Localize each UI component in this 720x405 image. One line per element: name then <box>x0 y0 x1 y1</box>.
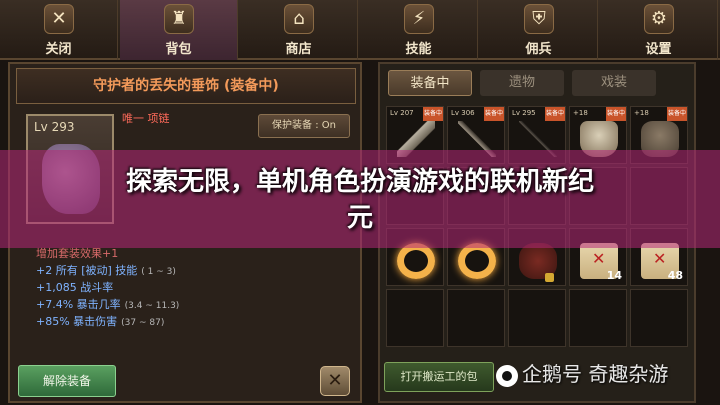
mercenary-icon: ⛨ <box>524 4 554 34</box>
slot-quantity: 14 <box>606 269 622 282</box>
banner-title-line-1: 探索无限，单机角色扮演游戏的联机新纪 <box>125 167 594 197</box>
stat-row: +85% 暴击伤害 (37 ~ 87) <box>36 314 179 331</box>
stat-range: (37 ~ 87) <box>121 318 165 328</box>
slot-level: +18 <box>634 109 649 117</box>
overlay-banner: 探索无限，单机角色扮演游戏的联机新纪 元 <box>0 150 720 248</box>
close-icon: ✕ <box>44 4 74 34</box>
banner-title: 探索无限，单机角色扮演游戏的联机新纪 元 <box>0 164 720 236</box>
inventory-tab-2[interactable]: 戏装 <box>572 70 656 96</box>
inventory-slot[interactable] <box>630 289 688 347</box>
set-bonus-section: 增加套装效果+1 +2 所有 [被动] 技能( 1 ~ 3) +1,085 战斗率… <box>36 245 179 331</box>
nav-tab-label: 设置 <box>645 42 672 57</box>
stat-range: ( 1 ~ 3) <box>141 267 176 277</box>
inventory-tab-0[interactable]: 装备中 <box>388 70 472 96</box>
equipped-badge: 装备中 <box>667 107 687 121</box>
stat-row: +1,085 战斗率 <box>36 280 179 297</box>
backpack-icon: ♜ <box>164 4 194 34</box>
inventory-slot[interactable] <box>386 289 444 347</box>
item-level: Lv 293 <box>34 120 75 134</box>
stat-text: +7.4% 暴击几率 <box>36 298 121 311</box>
inventory-slot[interactable] <box>447 289 505 347</box>
skill-icon: ⚡ <box>404 4 434 34</box>
unequip-button[interactable]: 解除装备 <box>18 365 116 397</box>
nav-tab-2[interactable]: ⌂ 商店 <box>240 0 358 60</box>
inventory-tab-1[interactable]: 遗物 <box>480 70 564 96</box>
nav-tab-1[interactable]: ♜ 背包 <box>120 0 238 60</box>
nav-tab-label: 背包 <box>165 42 192 57</box>
penguin-logo-icon <box>496 364 518 387</box>
nav-tab-0[interactable]: ✕ 关闭 <box>0 0 118 60</box>
nav-tab-label: 佣兵 <box>525 42 552 57</box>
slot-level: Lv 207 <box>390 109 414 117</box>
stat-row: +7.4% 暴击几率 (3.4 ~ 11.3) <box>36 297 179 314</box>
item-title: 守护者的丢失的垂饰 (装备中) <box>16 68 356 104</box>
slot-level: Lv 306 <box>451 109 475 117</box>
banner-title-line-2: 元 <box>346 203 373 233</box>
nav-tab-label: 商店 <box>285 42 312 57</box>
ring-icon <box>397 243 435 279</box>
equipped-badge: 装备中 <box>545 107 565 121</box>
nav-tab-4[interactable]: ⛨ 佣兵 <box>480 0 598 60</box>
nav-tab-label: 关闭 <box>45 42 72 57</box>
nav-tab-label: 技能 <box>405 42 432 57</box>
slot-quantity: 48 <box>667 269 683 282</box>
nav-tab-3[interactable]: ⚡ 技能 <box>360 0 478 60</box>
protect-equipment-toggle[interactable]: 保护装备 : On <box>258 114 350 138</box>
equipped-badge: 装备中 <box>423 107 443 121</box>
equipped-badge: 装备中 <box>606 107 626 121</box>
stat-text: +85% 暴击伤害 <box>36 315 118 328</box>
lock-icon <box>545 273 554 282</box>
stat-text: +1,085 战斗率 <box>36 281 114 294</box>
slot-level: Lv 295 <box>512 109 536 117</box>
stat-range: (3.4 ~ 11.3) <box>124 301 180 311</box>
slot-level: +18 <box>573 109 588 117</box>
stat-text: +2 所有 [被动] 技能 <box>36 264 138 277</box>
ring-icon <box>458 243 496 279</box>
shop-icon: ⌂ <box>284 4 314 34</box>
equipped-badge: 装备中 <box>484 107 504 121</box>
watermark: 企鹅号 奇趣杂游 <box>496 358 668 387</box>
nav-tab-5[interactable]: ⚙ 设置 <box>600 0 718 60</box>
open-porter-bag-button[interactable]: 打开搬运工的包 <box>384 362 494 392</box>
watermark-text: 企鹅号 奇趣杂游 <box>522 362 669 386</box>
stat-row: +2 所有 [被动] 技能( 1 ~ 3) <box>36 263 179 280</box>
inventory-slot[interactable] <box>508 289 566 347</box>
unique-tag: 唯一 项链 <box>122 112 170 125</box>
inventory-slot[interactable] <box>569 289 627 347</box>
top-nav-bar: ✕ 关闭 ♜ 背包 ⌂ 商店 ⚡ 技能 ⛨ 佣兵 ⚙ 设置 <box>0 0 720 60</box>
close-detail-button[interactable]: ✕ <box>320 366 350 396</box>
gear-icon: ⚙ <box>644 4 674 34</box>
